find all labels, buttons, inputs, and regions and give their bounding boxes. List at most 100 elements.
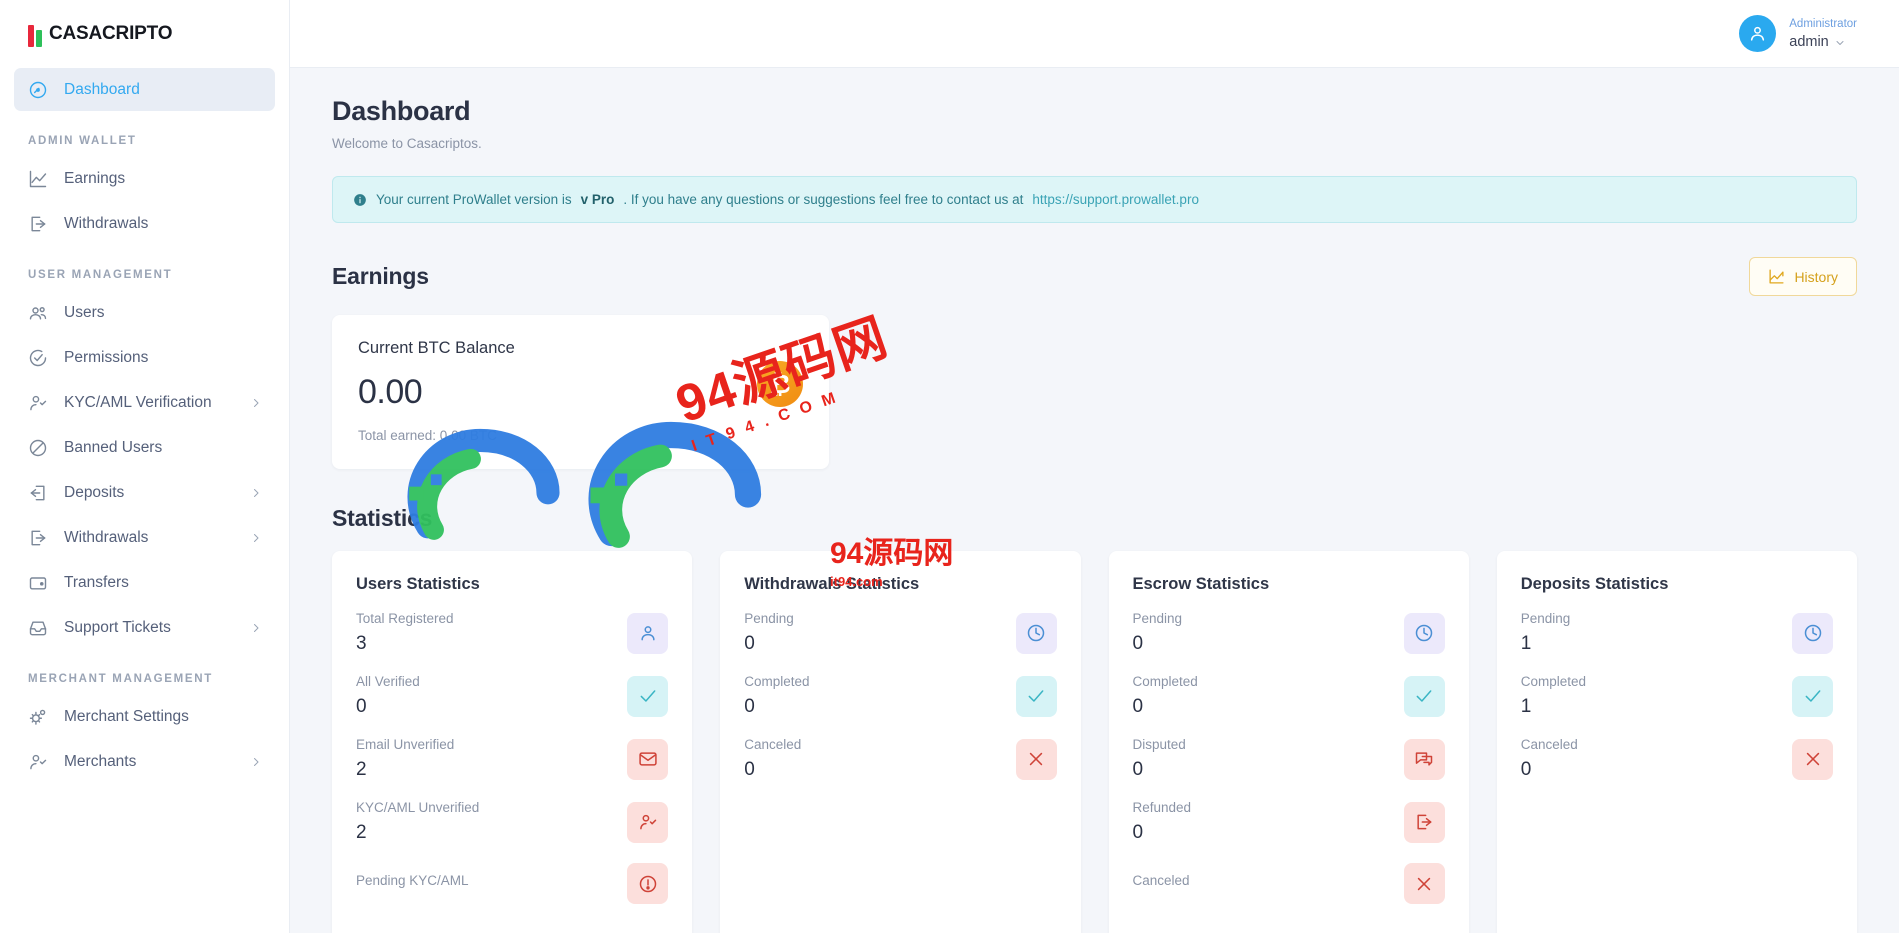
stat-row: Pending 0 bbox=[1133, 611, 1445, 655]
chevron-down-icon bbox=[1836, 40, 1844, 45]
user-check-icon bbox=[27, 751, 49, 773]
avatar bbox=[1739, 14, 1777, 52]
stat-label: Canceled bbox=[744, 737, 802, 752]
stat-label: Total Registered bbox=[356, 611, 454, 626]
inbox-icon bbox=[27, 617, 49, 639]
user-menu[interactable]: Administrator admin bbox=[1739, 14, 1857, 52]
info-icon bbox=[354, 193, 366, 206]
stat-icon-badge bbox=[1403, 738, 1445, 780]
sidebar-item-label: Dashboard bbox=[64, 80, 140, 98]
stat-value: 2 bbox=[356, 822, 367, 843]
bitcoin-icon: ₿ bbox=[757, 361, 803, 407]
support-link[interactable]: https://support.prowallet.pro bbox=[1032, 192, 1199, 207]
import-icon bbox=[27, 482, 49, 504]
sidebar-item-label: Banned Users bbox=[64, 438, 163, 456]
chart-line-icon bbox=[29, 170, 47, 187]
sidebar-item-label: Permissions bbox=[64, 348, 149, 366]
stat-label: KYC/AML Unverified bbox=[356, 800, 480, 815]
stat-card: Withdrawals Statistics Pending 0 Completed 0… bbox=[720, 551, 1081, 933]
brand-logo[interactable]: CASACRIPTO bbox=[0, 0, 289, 68]
wallet-icon bbox=[27, 572, 49, 594]
gears-icon bbox=[27, 706, 49, 728]
sidebar-item-label: Withdrawals bbox=[64, 214, 149, 232]
stat-value: 0 bbox=[744, 759, 755, 780]
sidebar-item-banned-users[interactable]: Banned Users bbox=[14, 426, 275, 469]
sidebar-nav: Dashboard ADMIN WALLET Earnings Withdrawals… bbox=[0, 68, 289, 783]
stat-row: Canceled 0 bbox=[1521, 737, 1833, 781]
sidebar-item-label: Deposits bbox=[64, 483, 125, 501]
btc-balance-card: Current BTC Balance 0.00 Total earned: 0… bbox=[332, 315, 829, 469]
sidebar-item-withdrawals[interactable]: Withdrawals bbox=[14, 516, 275, 559]
sidebar-item-label: Earnings bbox=[64, 169, 126, 187]
user-check-icon bbox=[30, 395, 47, 410]
stat-row: Pending KYC/AML bbox=[356, 863, 669, 904]
stat-card-title: Escrow Statistics bbox=[1132, 575, 1270, 593]
stat-icon-badge bbox=[1015, 612, 1057, 654]
check-icon bbox=[1028, 690, 1044, 702]
topbar: Administrator admin bbox=[290, 0, 1899, 68]
sidebar-item-label: Merchant Settings bbox=[64, 707, 189, 725]
check-circle-icon bbox=[29, 349, 47, 366]
earnings-section-header: Earnings History bbox=[332, 257, 1857, 296]
sidebar-item-dashboard[interactable]: Dashboard bbox=[14, 68, 275, 111]
sidebar-item-earnings[interactable]: Earnings bbox=[14, 157, 275, 200]
check-icon bbox=[1805, 690, 1820, 702]
sidebar-item-kyc-aml-verification[interactable]: KYC/AML Verification bbox=[14, 381, 275, 424]
stat-icon-badge bbox=[627, 863, 669, 904]
sidebar-item-label: KYC/AML Verification bbox=[64, 393, 212, 411]
import-icon bbox=[30, 485, 45, 500]
total-earned: Total earned: 0.00 BTC bbox=[358, 428, 497, 443]
user-role: Administrator bbox=[1789, 18, 1857, 31]
sidebar-item-users[interactable]: Users bbox=[14, 291, 275, 334]
nav-group-label: MERCHANT MANAGEMENT bbox=[28, 673, 213, 685]
stat-icon-badge bbox=[1403, 612, 1445, 654]
user-check-icon bbox=[30, 754, 47, 769]
stat-label: Pending KYC/AML bbox=[356, 872, 469, 888]
clock-icon bbox=[1027, 624, 1045, 642]
stat-value: 0 bbox=[356, 696, 367, 717]
dashboard-icon bbox=[27, 79, 49, 101]
version-alert: Your current ProWallet version is v Pro … bbox=[332, 176, 1857, 223]
stat-value: 0 bbox=[1132, 822, 1144, 843]
chevron-right-icon bbox=[254, 757, 259, 766]
export-icon bbox=[31, 530, 46, 545]
stat-icon-badge bbox=[1403, 675, 1445, 717]
stat-label: Canceled bbox=[1132, 872, 1190, 888]
stat-value: 0 bbox=[1520, 759, 1532, 780]
stat-label: Email Unverified bbox=[356, 737, 455, 752]
export-icon bbox=[27, 213, 49, 235]
sidebar-item-label: Merchants bbox=[64, 752, 137, 770]
sidebar: CASACRIPTO Dashboard ADMIN WALLET Earnings… bbox=[0, 0, 290, 933]
clock-icon bbox=[1804, 624, 1821, 642]
export-icon bbox=[1417, 814, 1432, 830]
stat-row: Pending 0 bbox=[744, 611, 1057, 655]
history-button[interactable]: History bbox=[1749, 257, 1857, 296]
stat-row: Completed 0 bbox=[1133, 674, 1445, 718]
alert-icon bbox=[639, 875, 656, 892]
stat-icon-badge bbox=[1792, 675, 1833, 717]
nav-group-label: ADMIN WALLET bbox=[28, 135, 137, 147]
sidebar-item-deposits[interactable]: Deposits bbox=[14, 471, 275, 514]
alert-text-after: . If you have any questions or suggestio… bbox=[623, 192, 1024, 207]
x-icon bbox=[1029, 752, 1043, 766]
stat-row: Total Registered 3 bbox=[356, 611, 669, 655]
alert-version: v Pro bbox=[580, 192, 615, 207]
user-name-row[interactable]: admin bbox=[1789, 33, 1857, 53]
sidebar-item-label: Withdrawals bbox=[64, 528, 149, 546]
sidebar-item-permissions[interactable]: Permissions bbox=[14, 336, 275, 379]
history-button-label: History bbox=[1794, 268, 1838, 285]
sidebar-item-support-tickets[interactable]: Support Tickets bbox=[14, 606, 275, 649]
stat-value: 0 bbox=[1132, 696, 1144, 717]
chevron-right-icon bbox=[254, 398, 259, 407]
sidebar-item-merchants[interactable]: Merchants bbox=[14, 740, 275, 783]
sidebar-item-merchant-settings[interactable]: Merchant Settings bbox=[14, 695, 275, 738]
stat-value: 0 bbox=[744, 633, 755, 654]
stat-card: Escrow Statistics Pending 0 Completed 0 Dispu… bbox=[1108, 551, 1469, 933]
page-content: Dashboard Welcome to Casacriptos. Your c… bbox=[290, 68, 1899, 933]
sidebar-item-transfers[interactable]: Transfers bbox=[14, 561, 275, 604]
sidebar-item-withdrawals[interactable]: Withdrawals bbox=[14, 202, 275, 245]
x-icon bbox=[1806, 752, 1819, 766]
stat-label: Pending bbox=[744, 611, 794, 626]
user-check-icon bbox=[27, 392, 49, 414]
check-circle-icon bbox=[27, 347, 49, 369]
